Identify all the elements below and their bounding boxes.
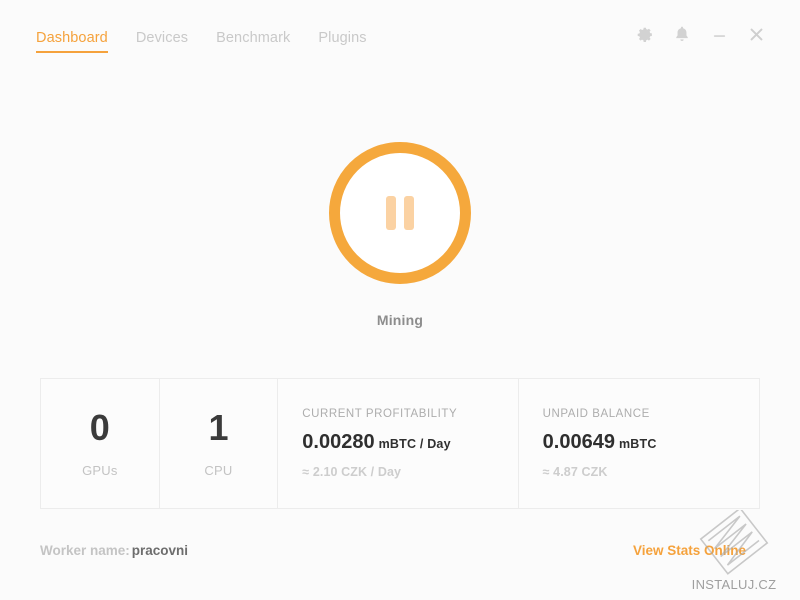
cpu-label: CPU xyxy=(204,462,233,478)
gpus-label: GPUs xyxy=(82,462,118,478)
balance-unit: mBTC xyxy=(618,437,657,451)
minimize-icon[interactable] xyxy=(709,24,729,44)
footer-bar: Worker name: pracovni View Stats Online xyxy=(0,512,800,600)
main-navigation: Dashboard Devices Benchmark Plugins xyxy=(36,30,395,53)
worker-name: Worker name: pracovni xyxy=(40,543,188,558)
mining-state-label: Mining xyxy=(376,312,424,328)
profitability-unit: mBTC / Day xyxy=(378,437,451,451)
balance-approx: ≈ 4.87 CZK xyxy=(542,465,608,479)
close-icon[interactable] xyxy=(746,24,766,44)
gpus-value: 0 xyxy=(89,406,110,448)
profitability-value-row: 0.00280 mBTC / Day xyxy=(302,431,517,454)
tab-plugins[interactable]: Plugins xyxy=(318,30,381,53)
balance-value-row: 0.00649 mBTC xyxy=(543,431,759,454)
stats-panel: 0 GPUs 1 CPU CURRENT PROFITABILITY 0.002… xyxy=(40,378,760,509)
gear-icon[interactable] xyxy=(635,24,655,44)
bell-icon[interactable] xyxy=(672,24,692,44)
pause-bar-right xyxy=(404,196,414,230)
profitability-approx: ≈ 2.10 CZK / Day xyxy=(302,465,402,479)
profitability-value: 0.00280 xyxy=(302,431,375,453)
cpu-value: 1 xyxy=(208,406,229,448)
title-bar: Dashboard Devices Benchmark Plugins xyxy=(0,0,800,72)
worker-name-label: Worker name: xyxy=(40,543,130,558)
stat-unpaid-balance: UNPAID BALANCE 0.00649 mBTC ≈ 4.87 CZK xyxy=(519,379,759,508)
tab-dashboard-label: Dashboard xyxy=(36,30,108,46)
tab-devices[interactable]: Devices xyxy=(136,30,203,53)
tab-plugins-label: Plugins xyxy=(318,30,367,46)
tab-devices-label: Devices xyxy=(135,30,189,46)
mining-status-section: Mining xyxy=(0,142,800,328)
stat-cpu: 1 CPU xyxy=(160,379,279,508)
stat-current-profitability: CURRENT PROFITABILITY 0.00280 mBTC / Day … xyxy=(278,379,519,508)
balance-title: UNPAID BALANCE xyxy=(542,408,650,420)
mining-toggle-button[interactable] xyxy=(329,142,471,284)
pause-icon xyxy=(386,196,414,230)
worker-name-value: pracovni xyxy=(131,543,189,558)
view-stats-online-link[interactable]: View Stats Online xyxy=(633,543,746,558)
tab-dashboard[interactable]: Dashboard xyxy=(36,30,123,53)
profitability-title: CURRENT PROFITABILITY xyxy=(302,408,458,420)
balance-value: 0.00649 xyxy=(542,431,615,453)
window-controls xyxy=(635,24,766,44)
stat-gpus: 0 GPUs xyxy=(41,379,160,508)
pause-bar-left xyxy=(386,196,396,230)
tab-benchmark[interactable]: Benchmark xyxy=(216,30,305,53)
tab-benchmark-label: Benchmark xyxy=(216,30,291,46)
